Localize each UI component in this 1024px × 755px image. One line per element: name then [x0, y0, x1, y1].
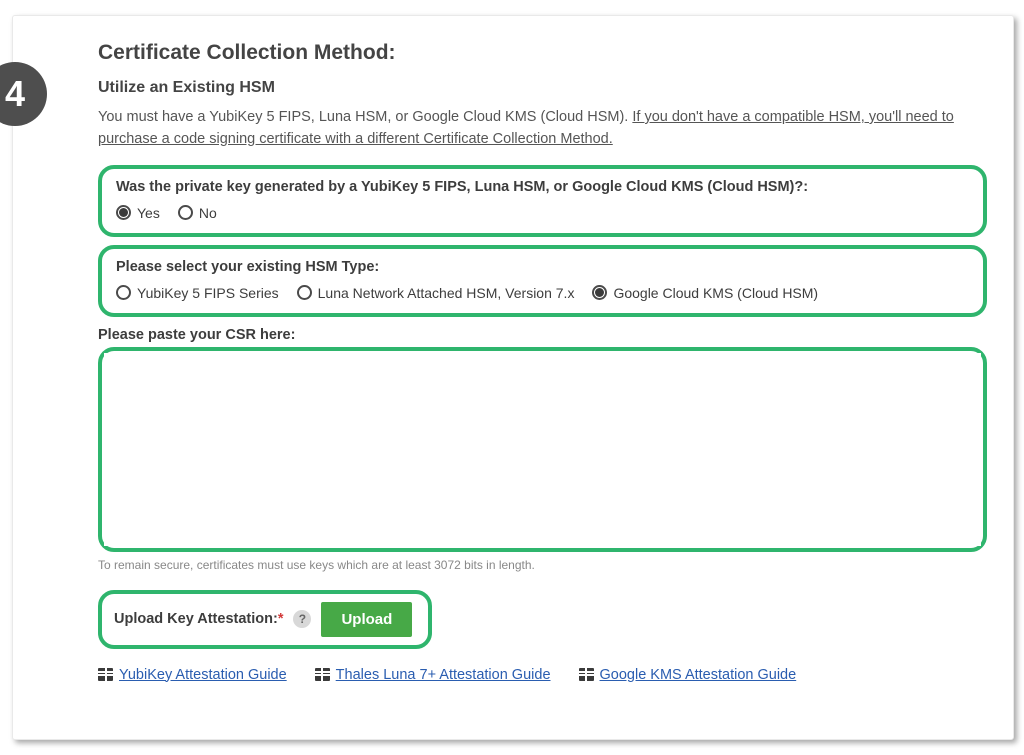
- radio-btn-icon: [297, 285, 312, 300]
- csr-label: Please paste your CSR here:: [98, 327, 987, 343]
- radio-yubikey-label: YubiKey 5 FIPS Series: [137, 285, 279, 301]
- radio-luna[interactable]: Luna Network Attached HSM, Version 7.x: [297, 285, 575, 301]
- book-icon: [579, 668, 594, 681]
- radio-btn-icon: [116, 285, 131, 300]
- csr-field-highlight: [98, 347, 987, 552]
- guide-luna[interactable]: Thales Luna 7+ Attestation Guide: [315, 667, 551, 683]
- question-generated-label: Was the private key generated by a YubiK…: [116, 179, 969, 195]
- upload-label: Upload Key Attestation:*: [114, 611, 283, 627]
- step-number-badge: 4: [0, 62, 47, 126]
- csr-textarea[interactable]: [104, 353, 981, 546]
- radio-btn-icon: [592, 285, 607, 300]
- guide-google-kms[interactable]: Google KMS Attestation Guide: [579, 667, 797, 683]
- radio-luna-label: Luna Network Attached HSM, Version 7.x: [318, 285, 575, 301]
- radio-google-kms[interactable]: Google Cloud KMS (Cloud HSM): [592, 285, 818, 301]
- csr-hint: To remain secure, certificates must use …: [98, 558, 987, 572]
- required-mark: *: [278, 611, 284, 627]
- radio-btn-icon: [116, 205, 131, 220]
- radio-no[interactable]: No: [178, 205, 217, 221]
- intro-text: You must have a YubiKey 5 FIPS, Luna HSM…: [98, 107, 987, 151]
- question-hsm-type-box: Please select your existing HSM Type: Yu…: [98, 245, 987, 317]
- radio-yes-label: Yes: [137, 205, 160, 221]
- sub-title: Utilize an Existing HSM: [98, 79, 987, 97]
- book-icon: [98, 668, 113, 681]
- upload-button[interactable]: Upload: [321, 602, 412, 637]
- radio-google-kms-label: Google Cloud KMS (Cloud HSM): [613, 285, 818, 301]
- radio-yubikey[interactable]: YubiKey 5 FIPS Series: [116, 285, 279, 301]
- attestation-guides: YubiKey Attestation Guide Thales Luna 7+…: [98, 667, 987, 683]
- guide-yubikey[interactable]: YubiKey Attestation Guide: [98, 667, 287, 683]
- question-generated-box: Was the private key generated by a YubiK…: [98, 165, 987, 237]
- certificate-collection-panel: 4 Certificate Collection Method: Utilize…: [12, 15, 1014, 740]
- help-icon[interactable]: ?: [293, 610, 311, 628]
- radio-no-label: No: [199, 205, 217, 221]
- question-hsm-type-options: YubiKey 5 FIPS Series Luna Network Attac…: [116, 285, 969, 301]
- radio-btn-icon: [178, 205, 193, 220]
- intro-plain: You must have a YubiKey 5 FIPS, Luna HSM…: [98, 109, 632, 125]
- book-icon: [315, 668, 330, 681]
- section-title: Certificate Collection Method:: [98, 41, 987, 65]
- upload-attestation-box: Upload Key Attestation:* ? Upload: [98, 590, 432, 649]
- radio-yes[interactable]: Yes: [116, 205, 160, 221]
- question-hsm-type-label: Please select your existing HSM Type:: [116, 259, 969, 275]
- question-generated-options: Yes No: [116, 205, 969, 221]
